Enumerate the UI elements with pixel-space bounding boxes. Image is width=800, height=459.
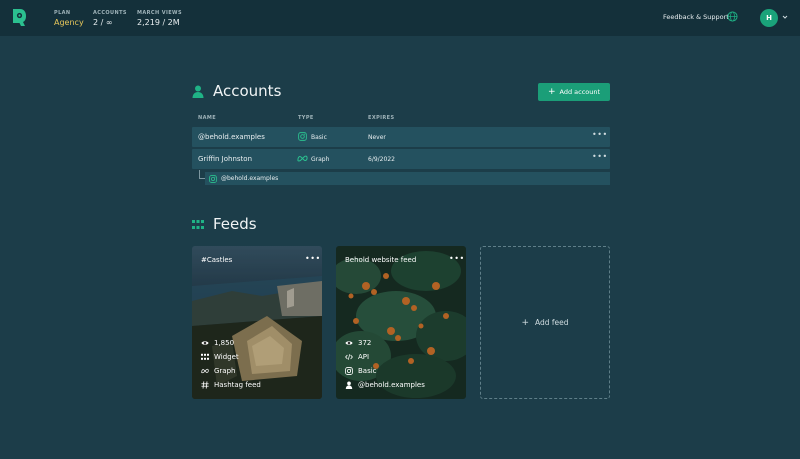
more-options-icon[interactable]: •••	[449, 254, 465, 263]
feed-card[interactable]: #Castles ••• 1,850 Widget Graph Hashtag …	[192, 246, 322, 399]
accounts-title: Accounts	[213, 82, 282, 100]
feeds-title: Feeds	[213, 215, 257, 233]
column-header-expires[interactable]: EXPIRES	[368, 115, 394, 121]
feed-display-type: API	[345, 353, 369, 361]
sub-account-row[interactable]: @behold.examples	[205, 172, 610, 185]
feed-display-type-value: API	[358, 353, 370, 361]
feed-account-type: Graph	[201, 367, 235, 375]
feed-card[interactable]: Behold website feed ••• 372 API Basic @b…	[336, 246, 466, 399]
feedback-support-link[interactable]: Feedback & Support	[663, 13, 729, 21]
feed-source: @behold.examples	[345, 381, 425, 389]
feed-source: Hashtag feed	[201, 381, 261, 389]
feed-views-value: 1,850	[214, 339, 235, 347]
plan-stat: PLAN Agency	[54, 10, 84, 27]
add-account-label: Add account	[559, 88, 601, 96]
column-header-name[interactable]: NAME	[198, 115, 216, 121]
account-expires: Never	[368, 133, 386, 141]
eye-icon	[345, 341, 353, 345]
feed-views-value: 372	[358, 339, 372, 347]
feed-thumbnail	[336, 246, 466, 399]
sub-account-name: @behold.examples	[221, 175, 279, 182]
eye-icon	[201, 341, 209, 345]
account-name: Griffin Johnston	[198, 155, 253, 163]
feed-views: 372	[345, 339, 371, 347]
account-row[interactable]: @behold.examples Basic Never •••	[192, 127, 610, 147]
hash-icon	[201, 381, 209, 389]
add-account-button[interactable]: + Add account	[538, 83, 610, 101]
accounts-value: 2 / ∞	[93, 18, 113, 27]
feed-views: 1,850	[201, 339, 234, 347]
feed-display-type: Widget	[201, 353, 239, 361]
avatar[interactable]: H	[760, 9, 778, 27]
plus-icon: +	[547, 86, 556, 97]
views-value: 2,219 / 2M	[137, 18, 180, 27]
more-options-icon[interactable]: •••	[592, 152, 608, 161]
accounts-label: ACCOUNTS	[93, 10, 127, 16]
add-feed-label: Add feed	[535, 318, 569, 327]
feed-account-type-value: Graph	[214, 367, 236, 375]
account-name: @behold.examples	[198, 133, 265, 141]
code-icon	[345, 354, 353, 360]
plus-icon: +	[521, 317, 529, 328]
instagram-icon	[345, 367, 353, 375]
account-expires: 6/9/2022	[368, 155, 395, 163]
meta-icon	[297, 155, 308, 162]
account-type: Graph	[311, 155, 330, 163]
views-label: MARCH VIEWS	[137, 10, 182, 16]
account-type: Basic	[311, 133, 327, 141]
views-stat: MARCH VIEWS 2,219 / 2M	[137, 10, 182, 27]
column-header-type[interactable]: TYPE	[298, 115, 314, 121]
more-options-icon[interactable]: •••	[305, 254, 321, 263]
add-feed-button[interactable]: + Add feed	[480, 246, 610, 399]
plan-label: PLAN	[54, 10, 71, 16]
accounts-stat: ACCOUNTS 2 / ∞	[93, 10, 127, 27]
instagram-icon	[209, 174, 217, 183]
feed-source-value: @behold.examples	[358, 381, 425, 389]
plan-value: Agency	[54, 18, 84, 27]
feed-title: Behold website feed	[345, 256, 417, 264]
more-options-icon[interactable]: •••	[592, 130, 608, 139]
account-row[interactable]: Griffin Johnston Graph 6/9/2022 •••	[192, 149, 610, 169]
feed-account-type: Basic	[345, 367, 377, 375]
grid-icon	[192, 220, 204, 229]
feed-title: #Castles	[201, 256, 233, 264]
feed-thumbnail	[192, 246, 322, 399]
meta-icon	[201, 368, 209, 374]
user-icon	[345, 381, 353, 389]
globe-icon[interactable]	[727, 11, 738, 22]
feed-display-type-value: Widget	[214, 353, 239, 361]
grid-icon	[201, 353, 209, 360]
user-icon	[192, 85, 204, 98]
feed-account-type-value: Basic	[358, 367, 377, 375]
feed-source-value: Hashtag feed	[214, 381, 261, 389]
chevron-down-icon[interactable]	[782, 14, 788, 20]
instagram-icon	[298, 132, 307, 141]
behold-logo-icon[interactable]	[11, 8, 27, 27]
top-bar: PLAN Agency ACCOUNTS 2 / ∞ MARCH VIEWS 2…	[0, 0, 800, 36]
